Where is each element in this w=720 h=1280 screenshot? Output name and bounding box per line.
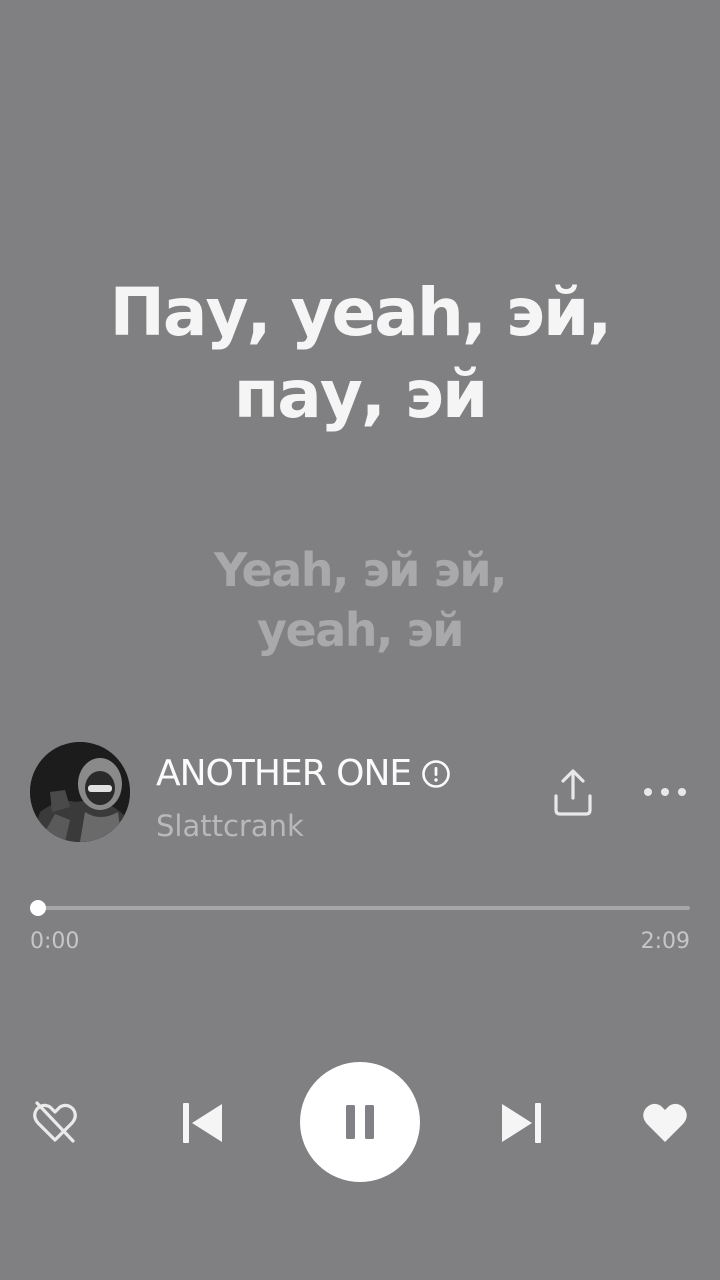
like-button[interactable] (638, 1096, 692, 1150)
album-cover[interactable] (30, 742, 130, 842)
more-options-button[interactable] (640, 778, 690, 806)
exclamation-circle-icon (422, 760, 450, 788)
next-lyric: Yeah, эй эй, yeah, эй (60, 540, 660, 660)
next-lyric-line: Yeah, эй эй, (213, 543, 508, 597)
heart-icon (643, 1103, 687, 1142)
track-title-text: ANOTHER ONE (156, 753, 412, 794)
play-pause-button[interactable] (300, 1062, 420, 1182)
broken-heart-icon (33, 1101, 77, 1143)
previous-track-button[interactable] (176, 1096, 230, 1150)
artist-name[interactable]: Slattcrank (156, 808, 304, 844)
current-lyric-line: Пау, yeah, эй, (109, 274, 613, 351)
progress-handle[interactable] (30, 900, 46, 916)
progress-bar[interactable] (38, 906, 690, 910)
track-title[interactable]: ANOTHER ONE (156, 752, 451, 796)
pause-icon (346, 1105, 374, 1139)
share-button[interactable] (548, 766, 598, 820)
current-lyric: Пау, yeah, эй, пау, эй (40, 272, 680, 436)
current-time: 0:00 (30, 929, 80, 954)
skip-next-icon (502, 1103, 541, 1143)
total-time: 2:09 (640, 929, 690, 954)
next-track-button[interactable] (494, 1096, 548, 1150)
skip-previous-icon (183, 1103, 222, 1143)
album-cover-art (30, 742, 130, 842)
more-dots-icon (644, 788, 686, 796)
next-lyric-line: yeah, эй (257, 603, 464, 657)
current-lyric-line: пау, эй (233, 356, 489, 433)
dislike-button[interactable] (28, 1096, 82, 1150)
share-icon (554, 769, 592, 816)
